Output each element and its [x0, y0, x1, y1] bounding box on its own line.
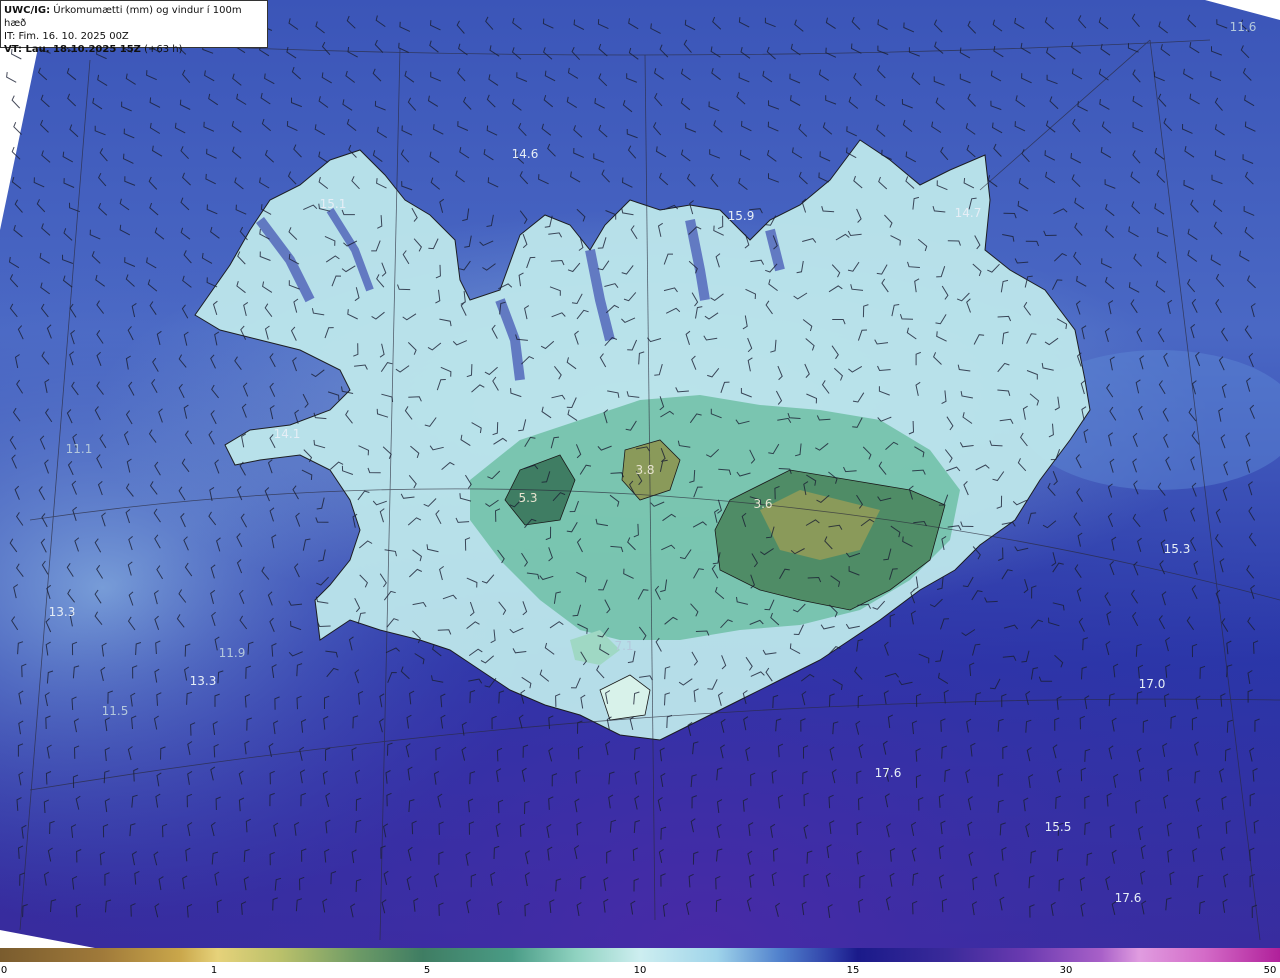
value-label: 11.5: [101, 704, 129, 718]
value-label: 15.9: [727, 209, 755, 223]
value-label: 15.5: [1044, 820, 1072, 834]
value-label: 15.3: [1163, 542, 1191, 556]
map-info-box: UWC/IG: Úrkomumætti (mm) og vindur í 100…: [0, 0, 268, 55]
colorbar-tick: 30: [1059, 965, 1073, 976]
value-label: 13.3: [189, 674, 217, 688]
valid-time-line: VT: Lau. 18.10.2025 15Z (+63 h): [4, 43, 267, 56]
value-label: 14.7: [954, 206, 982, 220]
title-line: UWC/IG: Úrkomumætti (mm) og vindur í 100…: [4, 4, 267, 30]
colorbar-tick: 50: [1263, 965, 1277, 976]
colorbar: 0 1 5 10 15 30 50: [0, 948, 1280, 978]
value-label: 11.6: [1229, 20, 1257, 34]
colorbar-tick: 1: [210, 965, 218, 976]
colorbar-gradient: [0, 948, 1280, 962]
value-label: 15.1: [319, 197, 347, 211]
value-label: 13.3: [48, 605, 76, 619]
value-label: 17.6: [1114, 891, 1142, 905]
value-label: 14.1: [273, 427, 301, 441]
colorbar-tick: 5: [423, 965, 431, 976]
colorbar-tick: 10: [633, 965, 647, 976]
colorbar-tick: 15: [846, 965, 860, 976]
value-label: 11.9: [218, 646, 246, 660]
value-label: 3.8: [635, 463, 655, 477]
value-label: 17.0: [1138, 677, 1166, 691]
value-label: 14.6: [511, 147, 539, 161]
valid-time: VT: Lau. 18.10.2025 15Z: [4, 44, 141, 55]
forecast-offset: (+63 h): [144, 44, 183, 55]
initial-time: IT: Fim. 16. 10. 2025 00Z: [4, 31, 129, 42]
colorbar-tick: 0: [0, 965, 8, 976]
model-label: UWC/IG:: [4, 5, 51, 16]
value-label: 7.1: [614, 639, 634, 653]
value-label: 17.6: [874, 766, 902, 780]
value-label: 5.3: [518, 491, 538, 505]
value-label: 11.1: [65, 442, 93, 456]
value-label: 3.6: [753, 497, 773, 511]
